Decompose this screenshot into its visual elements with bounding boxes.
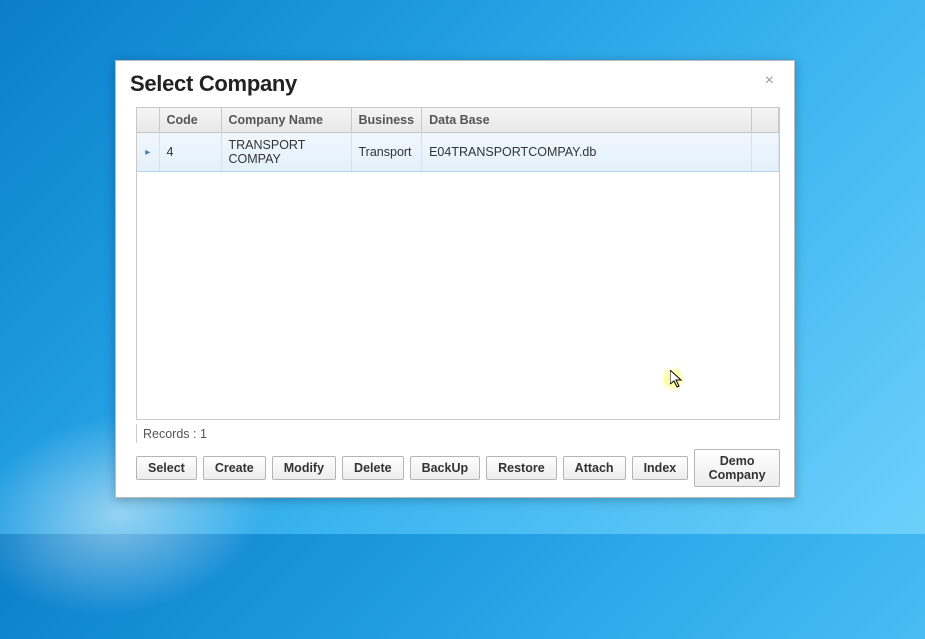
dialog-title: Select Company (130, 71, 297, 97)
cell-company-name[interactable]: TRANSPORT COMPAY (221, 133, 351, 172)
company-grid: Code Company Name Business Data Base ▸ 4… (136, 107, 780, 420)
button-bar: Select Create Modify Delete BackUp Resto… (136, 449, 780, 487)
status-bar: Records : 1 (116, 424, 794, 449)
modify-button[interactable]: Modify (272, 456, 336, 480)
grid-header-indicator (137, 108, 159, 133)
attach-button[interactable]: Attach (563, 456, 626, 480)
delete-button[interactable]: Delete (342, 456, 404, 480)
grid-header-business[interactable]: Business (351, 108, 422, 133)
table-row[interactable]: ▸ 4 TRANSPORT COMPAY Transport E04TRANSP… (137, 133, 779, 172)
select-button[interactable]: Select (136, 456, 197, 480)
backup-button[interactable]: BackUp (410, 456, 481, 480)
row-indicator-icon: ▸ (137, 133, 159, 172)
grid-header-code[interactable]: Code (159, 108, 221, 133)
create-button[interactable]: Create (203, 456, 266, 480)
close-icon[interactable]: × (759, 71, 780, 91)
restore-button[interactable]: Restore (486, 456, 557, 480)
cell-database[interactable]: E04TRANSPORTCOMPAY.db (422, 133, 752, 172)
grid-header-filler (751, 108, 778, 133)
grid-header-company-name[interactable]: Company Name (221, 108, 351, 133)
records-count: Records : 1 (136, 424, 207, 443)
select-company-dialog: Select Company × Code Company Name Busin… (115, 60, 795, 498)
index-button[interactable]: Index (632, 456, 689, 480)
dialog-header: Select Company × (116, 61, 794, 103)
cell-business[interactable]: Transport (351, 133, 422, 172)
cell-code[interactable]: 4 (159, 133, 221, 172)
grid-header-database[interactable]: Data Base (422, 108, 752, 133)
demo-company-button[interactable]: Demo Company (694, 449, 780, 487)
grid-header-row: Code Company Name Business Data Base (137, 108, 779, 133)
cell-filler (751, 133, 778, 172)
